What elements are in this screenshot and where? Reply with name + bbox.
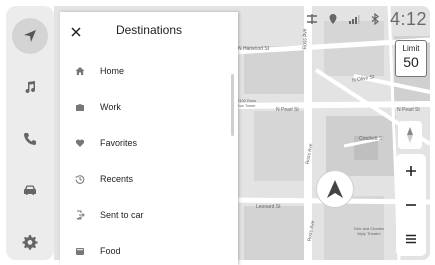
music-note-icon <box>25 81 36 94</box>
menu-icon <box>406 234 416 244</box>
street-label-pearl: N Pearl St <box>276 107 299 113</box>
home-icon <box>75 67 85 75</box>
navigation-arrow-icon <box>24 30 36 42</box>
phone-icon <box>24 133 36 145</box>
vehicle-arrow-icon <box>327 180 343 198</box>
zoom-controls <box>396 154 426 256</box>
sent-to-car-icon <box>76 210 85 220</box>
destinations-header: Destinations <box>60 12 238 52</box>
destination-item-home[interactable]: Home <box>60 53 228 89</box>
destination-item-recents[interactable]: Recents <box>60 161 228 197</box>
history-icon <box>75 175 85 184</box>
clock: 4:12 <box>389 8 427 29</box>
vehicle-position-marker[interactable] <box>316 170 354 208</box>
destination-item-work[interactable]: Work <box>60 89 228 125</box>
side-rail <box>6 6 54 260</box>
street-label-harwood: N Harwood St <box>238 46 270 52</box>
poi-ross-tower[interactable]: 2100 Ross Ave Tower <box>237 98 256 108</box>
street-label-leonard: Leonard St <box>256 204 281 210</box>
destination-label: Work <box>100 102 121 112</box>
destination-item-food[interactable]: Food <box>60 233 228 265</box>
gear-icon <box>22 235 38 250</box>
heart-icon <box>75 139 85 147</box>
signal-icon <box>348 15 360 24</box>
panel-title: Destinations <box>115 23 183 37</box>
bluetooth-icon <box>371 13 379 25</box>
speed-limit-sign: Limit 50 <box>395 40 427 77</box>
briefcase-icon <box>76 104 84 111</box>
nav-screen: N Harwood St N Pearl St N Pearl St N Oli… <box>0 0 435 265</box>
destination-item-favorites[interactable]: Favorites <box>60 125 228 161</box>
destination-label: Recents <box>100 174 134 184</box>
status-bar: 4:12 <box>306 8 427 30</box>
map-options-button[interactable] <box>396 224 426 254</box>
destination-label: Home <box>100 66 125 76</box>
compass-icon <box>407 127 413 143</box>
food-icon <box>76 248 84 255</box>
settings-button[interactable] <box>12 224 48 260</box>
street-label-pearl-right: N Pearl St <box>397 107 420 113</box>
car-icon <box>24 185 36 195</box>
scrollbar[interactable] <box>231 74 234 136</box>
destination-label: Sent to car <box>100 210 144 220</box>
destination-label: Favorites <box>100 138 138 148</box>
destination-item-sent-to-car[interactable]: Sent to car <box>60 197 228 233</box>
location-icon <box>329 14 337 24</box>
zoom-out-button[interactable] <box>396 190 426 220</box>
minus-icon <box>406 204 416 206</box>
traffic-icon <box>306 14 317 24</box>
music-button[interactable] <box>12 69 48 105</box>
plus-icon <box>406 166 416 176</box>
poi-wyly-theatre[interactable]: Dee and Charles Wyly Theatre <box>354 226 384 236</box>
destination-label: Food <box>100 246 121 256</box>
street-label-ross-1: Ross Ave <box>302 28 309 50</box>
zoom-in-button[interactable] <box>396 156 426 186</box>
navigation-button[interactable] <box>12 18 48 54</box>
speed-limit-value: 50 <box>403 54 419 70</box>
compass-button[interactable] <box>398 121 422 149</box>
speed-limit-label: Limit <box>402 44 420 53</box>
phone-button[interactable] <box>12 121 48 157</box>
vehicle-button[interactable] <box>12 172 48 208</box>
destinations-panel: Destinations Home Work Favorites Recents… <box>60 12 238 265</box>
street-label-crockett: Crockett St <box>359 136 384 142</box>
